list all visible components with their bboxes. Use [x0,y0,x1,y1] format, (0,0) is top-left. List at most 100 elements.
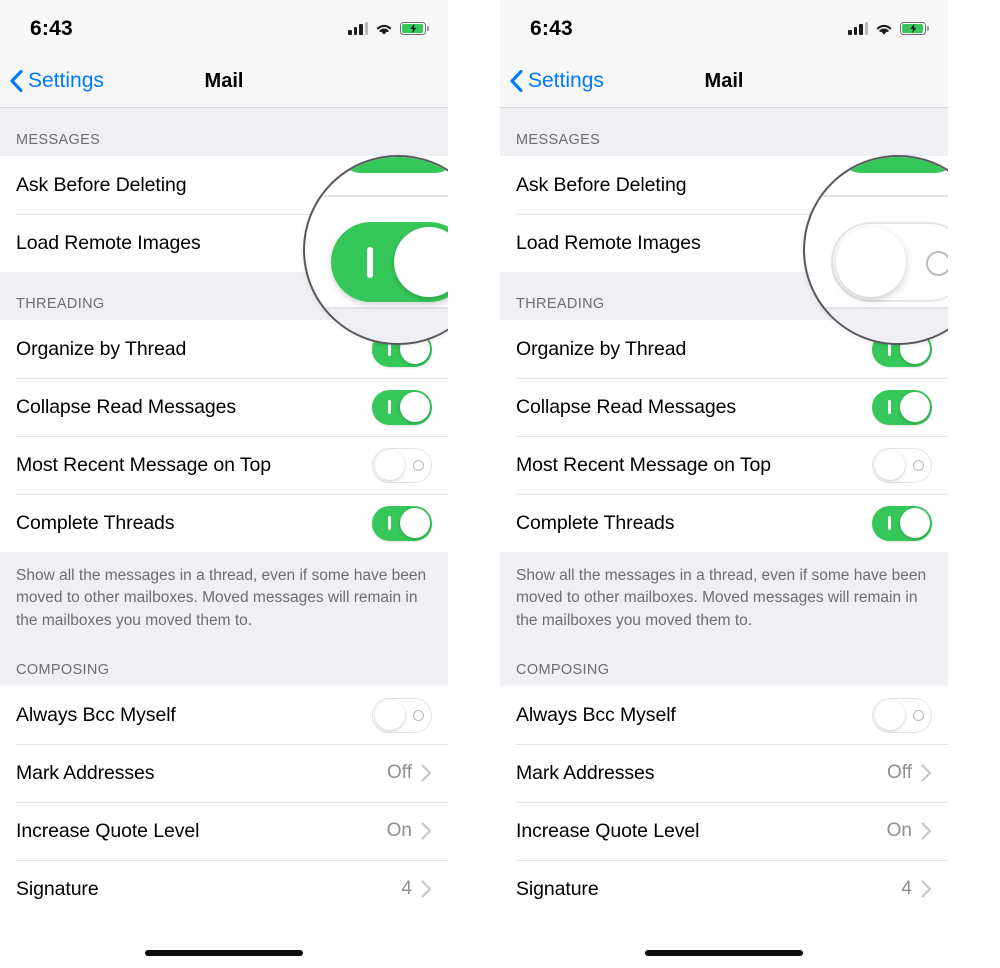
row-accessory: 4 [401,878,432,900]
row-mark-addresses[interactable]: Mark Addresses Off [0,744,448,803]
row-label: Load Remote Images [516,231,701,254]
row-label: Organize by Thread [516,337,687,360]
row-collapse-read-messages[interactable]: Collapse Read Messages [0,378,448,436]
row-always-bcc-myself[interactable]: Always Bcc Myself [500,686,948,745]
magnified-partial-toggle-on-icon [339,157,448,173]
wifi-icon [876,24,892,35]
row-value: On [886,820,912,842]
toggle-complete-threads[interactable] [372,505,432,541]
row-label: Ask Before Deleting [516,173,687,196]
wifi-icon [376,24,392,35]
group-threading: Organize by Thread Collapse Read Message… [0,320,448,552]
toggle-most-recent-message-on-top[interactable] [372,447,432,483]
row-signature[interactable]: Signature 4 [0,860,448,919]
section-header-messages: MESSAGES [500,108,948,156]
chevron-right-icon [421,764,432,783]
chevron-right-icon [421,822,432,841]
row-label: Mark Addresses [16,761,155,784]
back-button-label: Settings [528,69,604,92]
row-collapse-read-messages[interactable]: Collapse Read Messages [500,378,948,436]
chevron-right-icon [921,822,932,841]
status-bar-icons [348,22,429,36]
row-label: Organize by Thread [16,337,187,360]
cellular-signal-icon [848,22,868,35]
row-label: Most Recent Message on Top [16,453,272,476]
row-complete-threads[interactable]: Complete Threads [0,494,448,552]
row-value: On [386,820,412,842]
section-header-composing: COMPOSING [0,638,448,687]
status-bar-clock: 6:43 [530,16,573,40]
home-indicator-bar [145,950,303,956]
cellular-signal-icon [348,22,368,35]
section-header-composing: COMPOSING [500,638,948,687]
chevron-right-icon [921,764,932,783]
row-accessory: On [887,820,932,842]
toggle-complete-threads[interactable] [872,505,932,541]
status-bar-icons [848,22,929,36]
back-to-settings-button[interactable]: Settings [0,69,104,93]
row-accessory: Off [887,762,932,784]
magnifier-content [805,157,948,343]
row-always-bcc-myself[interactable]: Always Bcc Myself [0,686,448,745]
magnifier-right [803,155,948,345]
row-value: 4 [901,878,912,900]
back-to-settings-button[interactable]: Settings [500,69,604,93]
row-most-recent-message-on-top[interactable]: Most Recent Message on Top [0,436,448,494]
group-threading: Organize by Thread Collapse Read Message… [500,320,948,552]
row-mark-addresses[interactable]: Mark Addresses Off [500,744,948,803]
phone-screen-left: 6:43 Settings Mail MESSAGES Ask Before D… [0,0,448,968]
magnified-partial-toggle-on-icon [839,157,948,173]
toggle-collapse-read-messages[interactable] [872,389,932,425]
navigation-bar: Settings Mail [0,55,448,108]
section-header-messages: MESSAGES [0,108,448,156]
navigation-bar: Settings Mail [500,55,948,108]
row-label: Collapse Read Messages [16,395,237,418]
row-value: 4 [401,878,412,900]
row-accessory: On [387,820,432,842]
status-bar: 6:43 [500,0,948,55]
toggle-collapse-read-messages[interactable] [372,389,432,425]
row-label: Signature [516,877,599,900]
row-label: Collapse Read Messages [516,395,737,418]
phone-screen-right: 6:43 Settings Mail MESSAGES Ask Before D… [500,0,948,968]
toggle-most-recent-message-on-top[interactable] [872,447,932,483]
battery-charging-icon [900,22,929,35]
row-accessory: 4 [901,878,932,900]
home-indicator-bar [645,950,803,956]
battery-charging-icon [400,22,429,35]
row-label: Complete Threads [16,511,175,534]
magnified-toggle-load-remote-images-on[interactable] [331,222,448,302]
row-increase-quote-level[interactable]: Increase Quote Level On [0,802,448,861]
row-accessory: Off [387,762,432,784]
row-value: Off [387,762,412,784]
row-label: Ask Before Deleting [16,173,187,196]
dual-screenshot-stage: 6:43 Settings Mail MESSAGES Ask Before D… [0,0,1000,968]
row-label: Mark Addresses [516,761,655,784]
back-button-label: Settings [28,69,104,92]
row-label: Always Bcc Myself [516,703,676,726]
magnified-toggle-load-remote-images-off[interactable] [831,222,948,302]
chevron-right-icon [921,880,932,899]
chevron-right-icon [421,880,432,899]
toggle-always-bcc-myself[interactable] [872,697,932,733]
group-composing: Always Bcc Myself Mark Addresses Off Inc… [0,686,448,919]
row-label: Complete Threads [516,511,675,534]
group-composing: Always Bcc Myself Mark Addresses Off Inc… [500,686,948,919]
status-bar-clock: 6:43 [30,16,73,40]
row-label: Load Remote Images [16,231,201,254]
row-label: Increase Quote Level [516,819,700,842]
threading-footer-note: Show all the messages in a thread, even … [0,552,448,639]
row-most-recent-message-on-top[interactable]: Most Recent Message on Top [500,436,948,494]
row-label: Always Bcc Myself [16,703,176,726]
row-increase-quote-level[interactable]: Increase Quote Level On [500,802,948,861]
row-complete-threads[interactable]: Complete Threads [500,494,948,552]
magnifier-left [303,155,448,345]
chevron-left-icon [510,70,523,92]
threading-footer-note: Show all the messages in a thread, even … [500,552,948,639]
row-label: Increase Quote Level [16,819,200,842]
toggle-always-bcc-myself[interactable] [372,697,432,733]
chevron-left-icon [10,70,23,92]
magnifier-content [305,157,448,343]
status-bar: 6:43 [0,0,448,55]
row-signature[interactable]: Signature 4 [500,860,948,919]
